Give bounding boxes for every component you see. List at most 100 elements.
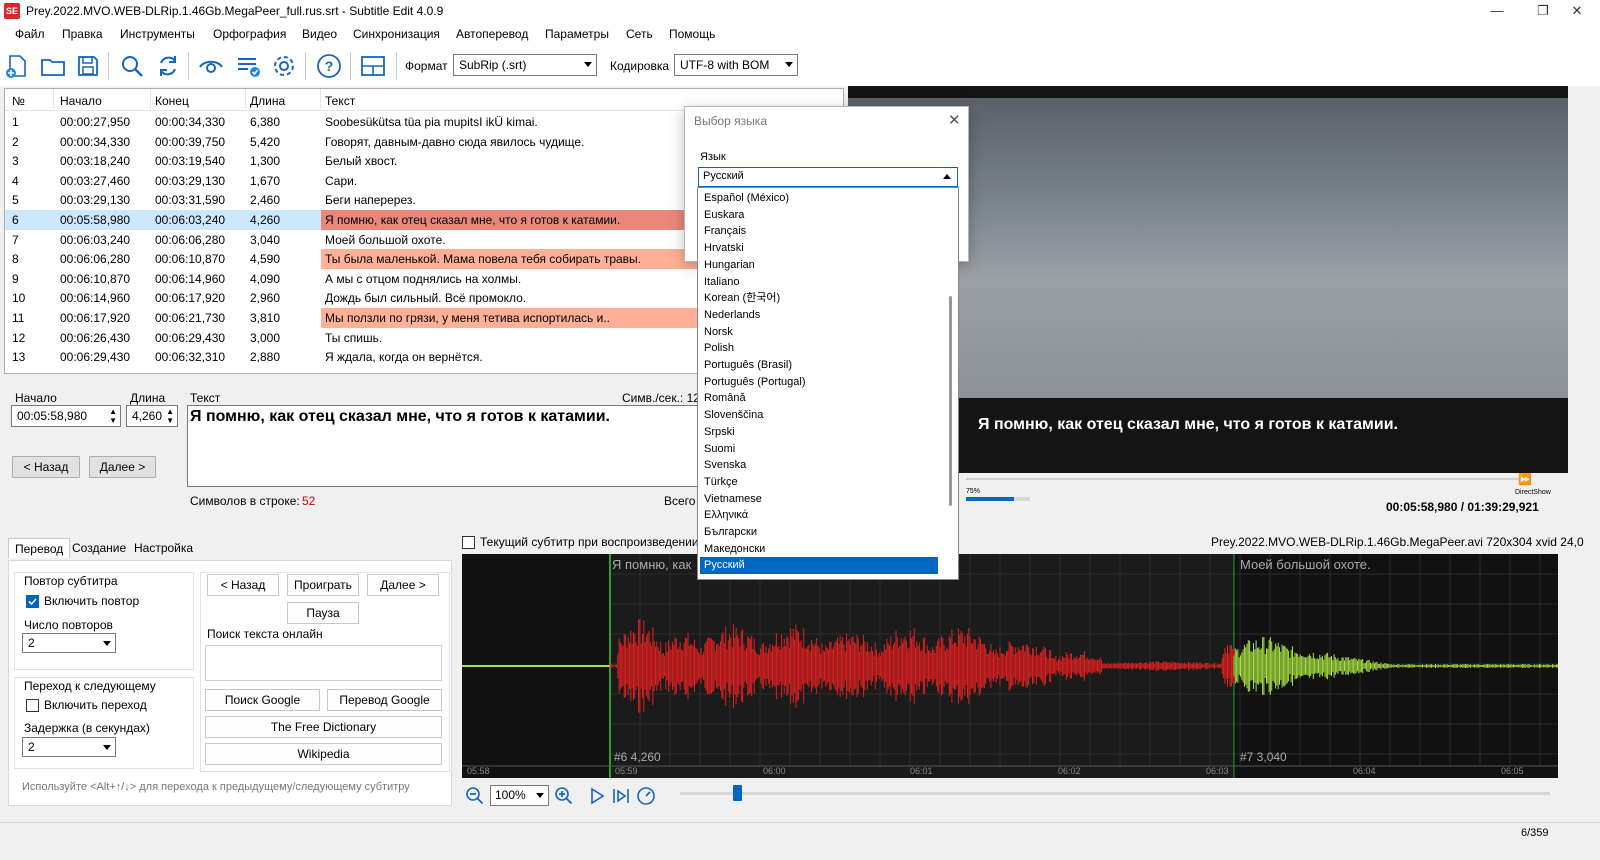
text-label: Текст xyxy=(190,391,221,405)
menu-sync[interactable]: Синхронизация xyxy=(353,27,440,41)
fast-forward-icon[interactable]: ⏩ xyxy=(1518,473,1532,486)
waveform-scroll[interactable] xyxy=(680,792,1550,795)
format-select[interactable]: SubRip (.srt) xyxy=(453,54,597,76)
total-chars-label: Всего xyxy=(664,494,696,508)
zoom-select[interactable]: 100% xyxy=(490,785,549,806)
enable-repeat-checkbox[interactable] xyxy=(26,595,39,608)
translate-back-button[interactable]: < Назад xyxy=(207,574,279,596)
close-button[interactable]: ✕ xyxy=(1554,0,1600,22)
waveform-canvas xyxy=(462,554,1558,778)
speed-gauge-icon[interactable] xyxy=(636,786,656,806)
start-time-input[interactable]: 00:05:58,980 ▲ ▼ xyxy=(11,405,121,427)
language-option[interactable]: Polish xyxy=(700,340,938,357)
zoom-out-icon[interactable] xyxy=(465,786,485,806)
language-option[interactable]: Română xyxy=(700,390,938,407)
language-option[interactable]: Slovenščina xyxy=(700,407,938,424)
enable-next-checkbox[interactable] xyxy=(26,699,39,712)
cps-label: Симв./сек.: 12 xyxy=(622,391,700,405)
subtitle-text-editor[interactable]: Я помню, как отец сказал мне, что я гото… xyxy=(187,405,702,487)
play-selection-icon[interactable] xyxy=(611,786,631,806)
tab-adjust[interactable]: Настройка xyxy=(128,538,199,558)
language-option-selected[interactable]: Русский xyxy=(700,557,938,575)
language-option[interactable]: Türkçe xyxy=(700,474,938,491)
language-option[interactable]: Ελληνικά xyxy=(700,507,938,524)
current-sub-checkbox[interactable] xyxy=(462,536,475,549)
save-icon[interactable] xyxy=(75,53,101,79)
language-option[interactable]: Português (Portugal) xyxy=(700,374,938,391)
menu-file[interactable]: Файл xyxy=(15,27,45,41)
menu-spelling[interactable]: Орфография xyxy=(213,27,286,41)
language-option[interactable]: Srpski xyxy=(700,424,938,441)
duration-input[interactable]: 4,260 ▲ ▼ xyxy=(126,405,178,427)
col-number[interactable]: № xyxy=(12,94,25,108)
start-label: Начало xyxy=(15,391,57,405)
waveform-sub1-tag: #6 4,260 xyxy=(614,750,661,764)
menu-options[interactable]: Параметры xyxy=(545,27,609,41)
zoom-in-icon[interactable] xyxy=(554,786,574,806)
dialog-close-icon[interactable]: ✕ xyxy=(948,111,961,129)
replace-icon[interactable] xyxy=(155,53,181,79)
video-seekbar[interactable] xyxy=(966,478,1526,480)
col-start[interactable]: Начало xyxy=(60,94,102,108)
next-button[interactable]: Далее > xyxy=(89,456,156,478)
google-search-button[interactable]: Поиск Google xyxy=(205,689,320,711)
language-option[interactable]: Norsk xyxy=(700,324,938,341)
language-option[interactable]: Македонски xyxy=(700,541,938,558)
language-option[interactable]: Hrvatski xyxy=(700,240,938,257)
free-dictionary-button[interactable]: The Free Dictionary xyxy=(205,716,442,738)
language-combo[interactable]: Русский xyxy=(698,167,958,187)
encoding-select[interactable]: UTF-8 with BOM xyxy=(674,54,798,76)
language-option[interactable]: Suomi xyxy=(700,441,938,458)
col-text[interactable]: Текст xyxy=(325,94,355,108)
minimize-button[interactable]: — xyxy=(1474,0,1520,22)
language-option[interactable]: Italiano xyxy=(700,274,938,291)
search-online-input[interactable] xyxy=(205,645,442,681)
search-icon[interactable] xyxy=(119,53,145,79)
language-option[interactable]: Nederlands xyxy=(700,307,938,324)
settings-gear-icon[interactable] xyxy=(271,53,297,79)
hint-text: Используйте <Alt+↑/↓> для перехода к пре… xyxy=(22,781,410,793)
language-option[interactable]: Português (Brasil) xyxy=(700,357,938,374)
language-option[interactable]: Vietnamese xyxy=(700,491,938,508)
wikipedia-button[interactable]: Wikipedia xyxy=(205,743,442,765)
menu-edit[interactable]: Правка xyxy=(62,27,103,41)
repeat-count-select[interactable]: 2 xyxy=(22,633,116,653)
help-icon[interactable]: ? xyxy=(316,53,342,79)
new-file-icon[interactable] xyxy=(4,53,30,79)
play-icon[interactable] xyxy=(587,786,607,806)
language-option[interactable]: Hungarian xyxy=(700,257,938,274)
language-option[interactable]: Български xyxy=(700,524,938,541)
language-dropdown-list[interactable]: Español (México) Euskara Français Hrvats… xyxy=(697,187,959,580)
visual-sync-eye-icon[interactable] xyxy=(198,53,224,79)
prev-button[interactable]: < Назад xyxy=(12,456,80,478)
language-option[interactable]: Svenska xyxy=(700,457,938,474)
language-option[interactable]: Français xyxy=(700,223,938,240)
translate-next-button[interactable]: Далее > xyxy=(367,574,439,596)
spellcheck-icon[interactable] xyxy=(236,53,262,79)
google-translate-button[interactable]: Перевод Google xyxy=(327,689,442,711)
pause-button[interactable]: Пауза xyxy=(287,602,359,624)
menu-network[interactable]: Сеть xyxy=(626,27,653,41)
layout-icon[interactable] xyxy=(360,53,386,79)
language-option[interactable]: Euskara xyxy=(700,207,938,224)
volume-slider[interactable] xyxy=(966,497,1030,501)
tab-create[interactable]: Создание xyxy=(66,538,132,558)
waveform-scroll-thumb[interactable] xyxy=(733,785,742,801)
search-online-label: Поиск текста онлайн xyxy=(207,627,323,641)
col-duration[interactable]: Длина xyxy=(250,94,285,108)
tab-translate[interactable]: Перевод xyxy=(8,538,71,558)
menu-autotranslate[interactable]: Автоперевод xyxy=(456,27,528,41)
encoding-label: Кодировка xyxy=(610,59,670,73)
waveform[interactable]: Я помню, как Моей большой охоте. #6 4,26… xyxy=(462,554,1558,778)
delay-select[interactable]: 2 xyxy=(22,737,116,757)
play-button[interactable]: Проиграть xyxy=(287,574,359,596)
dropdown-scrollbar[interactable] xyxy=(944,188,958,579)
col-end[interactable]: Конец xyxy=(155,94,189,108)
open-folder-icon[interactable] xyxy=(40,53,66,79)
menu-tools[interactable]: Инструменты xyxy=(120,27,195,41)
language-option[interactable]: Korean (한국어) xyxy=(700,290,938,307)
menu-video[interactable]: Видео xyxy=(302,27,337,41)
language-option[interactable]: Español (México) xyxy=(700,190,938,207)
repeat-count-label: Число повторов xyxy=(24,618,113,632)
menu-help[interactable]: Помощь xyxy=(669,27,715,41)
